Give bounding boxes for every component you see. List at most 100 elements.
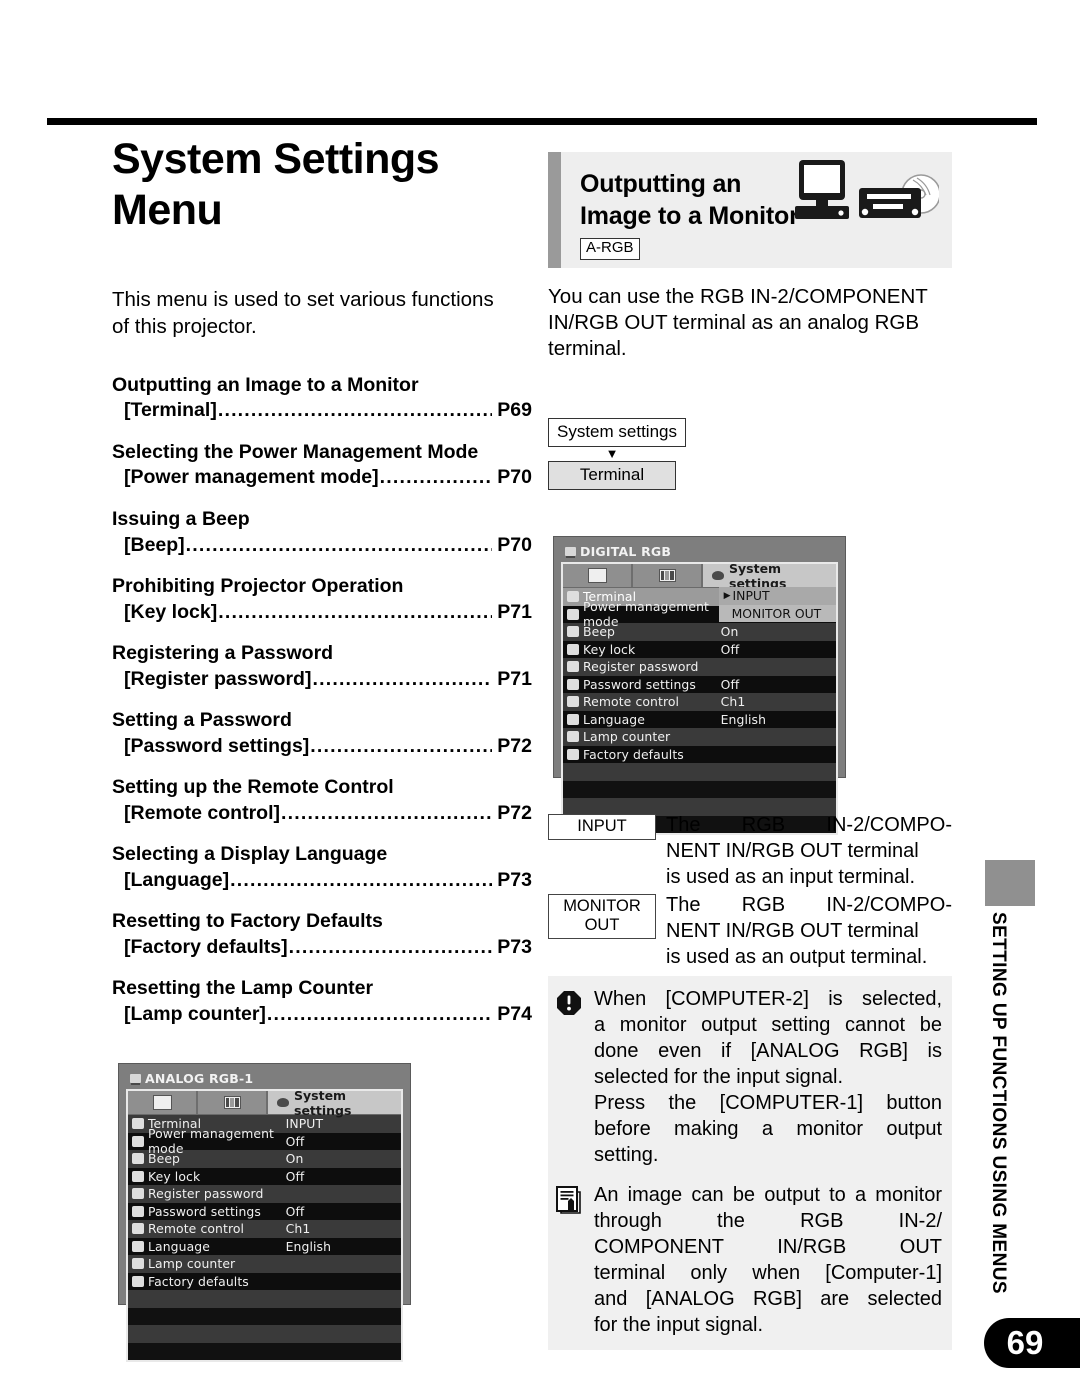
osd-row-key-lock[interactable]: Key lock Off	[128, 1167, 401, 1185]
toc-dot-leader: ........................................…	[281, 801, 493, 824]
osd-row-value: English	[720, 711, 767, 727]
osd-body: System settings Terminal Power managemen…	[561, 561, 838, 835]
option-label: MONITOR OUT	[731, 605, 822, 621]
osd-row-value: On	[720, 624, 739, 640]
osd-row-beep[interactable]: Beep On	[563, 623, 836, 641]
toc-page-ref: P70	[497, 533, 532, 556]
terminal-mode-input: INPUT The RGB IN-2/COMPO- NENT IN/RGB OU…	[548, 812, 952, 890]
speaker-icon	[567, 626, 579, 638]
line-6: for the input signal.	[594, 1314, 763, 1336]
osd-row-lamp-counter[interactable]: Lamp counter	[563, 728, 836, 746]
osd-blank-row	[128, 1343, 401, 1361]
osd-row-key-lock[interactable]: Key lock Off	[563, 640, 836, 658]
osd-label-text: Factory defaults	[583, 746, 684, 762]
osd-menu-rows: Terminal Power management mode Beep On K…	[563, 588, 836, 833]
toc-dot-leader: ........................................…	[218, 600, 492, 623]
tab-display-settings[interactable]	[633, 564, 703, 587]
osd-row-password-settings[interactable]: Password settings Off	[563, 675, 836, 693]
screen-icon	[587, 568, 607, 583]
line-5: Press the [COMPUTER-1] button	[594, 1092, 942, 1114]
tab-label: System settings	[729, 560, 787, 591]
line-2: a monitor output setting cannot be	[594, 1014, 942, 1036]
banner-title-line-2: Image to a Monitor	[580, 202, 799, 230]
line-3: is used as an input terminal.	[666, 866, 916, 888]
toc-bracket: [Language]	[124, 868, 230, 891]
osd-label-text: Password settings	[583, 676, 696, 692]
osd-row-power-management[interactable]: Power management mode Off	[128, 1126, 401, 1156]
line-7: setting.	[594, 1144, 659, 1166]
osd-row-value: Ch1	[285, 1221, 311, 1237]
toc-heading: Selecting a Display Language	[112, 843, 388, 866]
toc-heading: Setting up the Remote Control	[112, 776, 394, 799]
banner-title-line-1: Outputting an	[580, 170, 742, 198]
projector-icon	[130, 1074, 141, 1085]
toc-page-ref: P73	[497, 868, 532, 891]
osd-row-label: Register password	[128, 1186, 284, 1201]
osd-row-factory-defaults[interactable]: Factory defaults	[563, 745, 836, 763]
osd-row-register-password[interactable]: Register password	[128, 1185, 401, 1203]
toc-entry: Registering a Password [Register passwor…	[112, 642, 532, 692]
power-icon	[132, 1135, 144, 1147]
line-3: COMPONENT IN/RGB OUT	[594, 1236, 942, 1258]
toc-heading: Issuing a Beep	[112, 507, 250, 530]
osd-row-language[interactable]: Language English	[563, 710, 836, 728]
reset-icon	[132, 1275, 144, 1287]
osd-row-label: Language	[128, 1239, 284, 1254]
toc-dot-leader: ........................................…	[185, 533, 493, 556]
toc-entry: Selecting the Power Management Mode [Pow…	[112, 441, 532, 491]
left-column: System Settings Menu This menu is used t…	[112, 130, 532, 1044]
osd-row-factory-defaults[interactable]: Factory defaults	[128, 1272, 401, 1290]
toc-bracket: [Terminal]	[124, 399, 217, 422]
toc-entry: Outputting an Image to a Monitor [Termin…	[112, 374, 532, 424]
terminal-option-input[interactable]: ▶ INPUT	[718, 587, 836, 605]
toc-bracket: [Register password]	[124, 667, 312, 690]
osd-row-label: Factory defaults	[128, 1274, 284, 1289]
toc-line: [Lamp counter] .........................…	[112, 1001, 532, 1027]
terminal-mode-monitor-out: MONITOR OUT The RGB IN-2/COMPO- NENT IN/…	[548, 892, 952, 970]
osd-row-remote-control[interactable]: Remote control Ch1	[563, 693, 836, 711]
osd-row-label: Beep	[128, 1151, 284, 1166]
terminal-option-monitor-out[interactable]: MONITOR OUT	[718, 604, 836, 622]
toc-page-ref: P72	[497, 734, 532, 757]
toc-bracket: [Password settings]	[124, 734, 310, 757]
toc-heading: Resetting to Factory Defaults	[112, 910, 383, 933]
toc-line: [Key lock] .............................…	[112, 599, 532, 625]
osd-row-value: Ch1	[720, 694, 746, 710]
osd-label-text: Remote control	[583, 694, 680, 710]
osd-row-lamp-counter[interactable]: Lamp counter	[128, 1255, 401, 1273]
osd-row-label: Lamp counter	[128, 1256, 284, 1271]
osd-row-language[interactable]: Language English	[128, 1237, 401, 1255]
osd-label-text: Lamp counter	[148, 1256, 236, 1272]
osd-row-beep[interactable]: Beep On	[128, 1150, 401, 1168]
header-rule	[47, 118, 1037, 125]
toc-bracket: [Beep]	[124, 533, 185, 556]
toc-heading: Selecting the Power Management Mode	[112, 440, 479, 463]
tab-image-adjust[interactable]	[128, 1091, 198, 1114]
lamp-icon	[567, 731, 579, 743]
line-4: selected for the input signal.	[594, 1066, 844, 1088]
tab-system-settings[interactable]: System settings	[703, 561, 836, 591]
toc-page-ref: P74	[497, 1003, 532, 1026]
tab-system-settings[interactable]: System settings	[268, 1088, 401, 1118]
toc-entry: Setting up the Remote Control [Remote co…	[112, 776, 532, 826]
chapter-tab-label: SETTING UP FUNCTIONS USING MENUS	[988, 912, 1009, 1294]
toc-page-ref: P73	[497, 936, 532, 959]
line-1: The RGB IN-2/COMPO-	[666, 814, 952, 836]
osd-row-password-settings[interactable]: Password settings Off	[128, 1202, 401, 1220]
osd-blank-row	[128, 1325, 401, 1343]
osd-label-text: Beep	[583, 624, 616, 640]
option-label: INPUT	[732, 588, 770, 604]
toc-dot-leader: ........................................…	[288, 936, 493, 959]
remote-icon	[132, 1223, 144, 1235]
toc-line: [Remote control] .......................…	[112, 800, 532, 826]
password-icon	[567, 678, 579, 690]
osd-row-register-password[interactable]: Register password	[563, 658, 836, 676]
screen-icon	[152, 1095, 172, 1110]
tab-image-adjust[interactable]	[563, 564, 633, 587]
osd-title-bar: ANALOG RGB-1	[126, 1070, 403, 1089]
toc-bracket: [Lamp counter]	[124, 1003, 266, 1026]
line-3: done even if [ANALOG RGB] is	[594, 1040, 942, 1062]
toc-entry: Prohibiting Projector Operation [Key loc…	[112, 575, 532, 625]
osd-row-remote-control[interactable]: Remote control Ch1	[128, 1220, 401, 1238]
tab-display-settings[interactable]	[198, 1091, 268, 1114]
